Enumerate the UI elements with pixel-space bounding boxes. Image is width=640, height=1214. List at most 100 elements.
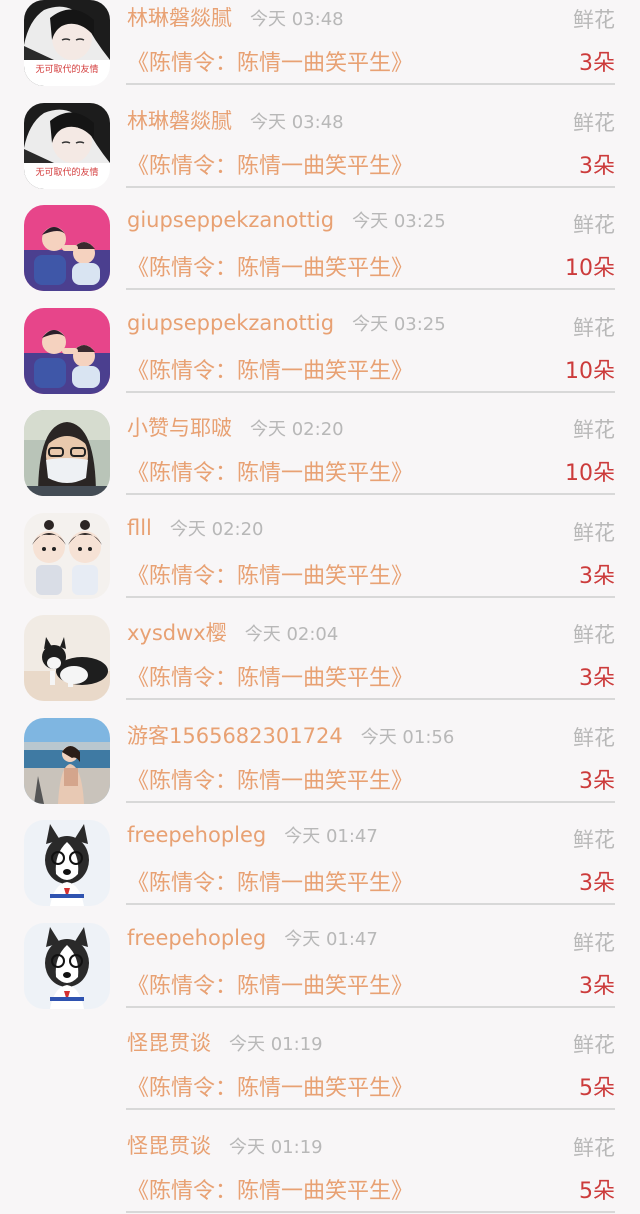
book-title-link[interactable]: 《陈情令：陈情一曲笑平生》 [127,1070,413,1102]
book-title-link[interactable]: 《陈情令：陈情一曲笑平生》 [127,353,413,385]
book-title-link[interactable]: 《陈情令：陈情一曲笑平生》 [127,250,413,282]
gift-type-label: 鲜花 [573,315,615,340]
flower-count: 3朵 [579,153,615,179]
gift-record-row[interactable]: flll 今天 02:20 鲜花 《陈情令：陈情一曲笑平生》 3朵 [0,495,640,599]
gift-record-row[interactable]: 游客1565682301724 今天 01:56 鲜花 《陈情令：陈情一曲笑平生… [0,700,640,804]
seaside-photo-avatar[interactable] [24,717,110,804]
gift-record-row[interactable]: giupseppekzanottig 今天 03:25 鲜花 《陈情令：陈情一曲… [0,290,640,394]
avatar-caption: 无可取代的友情 [35,63,98,75]
flower-count: 3朵 [579,768,615,794]
gift-record-row[interactable]: 小赞与耶啵 今天 02:20 鲜花 《陈情令：陈情一曲笑平生》 10朵 [0,392,640,496]
gift-type-label: 鲜花 [573,1033,615,1057]
gift-time: 今天 03:25 [352,211,446,232]
gift-record-list: 无可取代的友情 林琳磐燚腻 今天 03:48 鲜花 《陈情令：陈情一曲笑平生》 … [0,0,640,1213]
avatar-caption: 无可取代的友情 [35,166,98,178]
gift-type-label: 鲜花 [573,623,615,647]
gift-record-row[interactable]: freepehopleg 今天 01:47 鲜花 《陈情令：陈情一曲笑平生》 3… [0,802,640,906]
username-text[interactable]: flll [127,516,152,540]
gift-time: 今天 02:20 [250,419,344,440]
username-text[interactable]: 小赞与耶啵 [127,412,232,442]
flower-count: 10朵 [565,461,615,486]
gift-time: 今天 01:56 [360,726,455,748]
flower-count: 3朵 [579,51,615,76]
gift-time: 今天 03:48 [250,111,344,133]
gift-type-label: 鲜花 [573,725,615,750]
flower-count: 10朵 [565,358,615,384]
book-title-link[interactable]: 《陈情令：陈情一曲笑平生》 [127,1173,413,1205]
username[interactable]: 林琳磐燚腻 今天 03:48 [127,105,344,135]
gift-record-row[interactable]: xysdwx樱 今天 02:04 鲜花 《陈情令：陈情一曲笑平生》 3朵 [0,597,640,701]
book-title-link[interactable]: 《陈情令：陈情一曲笑平生》 [127,455,413,487]
username[interactable]: freepehopleg 今天 01:47 [127,822,378,848]
masked-person-avatar[interactable] [24,410,110,496]
book-title-link[interactable]: 《陈情令：陈情一曲笑平生》 [127,148,413,180]
girl-bw-avatar[interactable]: 无可取代的友情 [24,102,110,189]
username-text[interactable]: 林琳磐燚腻 [127,105,232,135]
gift-time: 今天 01:19 [229,1034,323,1055]
flower-count: 3朵 [579,871,615,896]
gift-record-row[interactable]: 怪毘贯谈 今天 01:19 鲜花 《陈情令：陈情一曲笑平生》 5朵 [0,1007,640,1110]
book-title-link[interactable]: 《陈情令：陈情一曲笑平生》 [127,45,413,77]
chibi-pair-avatar[interactable] [24,512,110,599]
gift-time: 今天 03:48 [250,9,344,30]
username[interactable]: 林琳磐燚腻 今天 03:48 [127,2,344,32]
user-avatar[interactable] [24,1128,110,1214]
flower-count: 10朵 [565,256,615,281]
girl-bw-avatar[interactable]: 无可取代的友情 [24,0,110,86]
username-text[interactable]: giupseppekzanottig [127,311,334,335]
husky-dog-avatar[interactable] [24,820,110,906]
gift-type-label: 鲜花 [573,930,615,955]
username-text[interactable]: xysdwx樱 [127,617,227,647]
gift-record-row[interactable]: 无可取代的友情 林琳磐燚腻 今天 03:48 鲜花 《陈情令：陈情一曲笑平生》 … [0,0,640,86]
username[interactable]: xysdwx樱 今天 02:04 [127,617,338,647]
username-text[interactable]: 怪毘贯谈 [127,1130,211,1160]
username[interactable]: giupseppekzanottig 今天 03:25 [127,207,446,233]
gift-record-row[interactable]: 怪毘贯谈 今天 01:19 鲜花 《陈情令：陈情一曲笑平生》 5朵 [0,1110,640,1213]
book-title-link[interactable]: 《陈情令：陈情一曲笑平生》 [127,763,413,795]
gift-type-label: 鲜花 [573,110,615,135]
book-title-link[interactable]: 《陈情令：陈情一曲笑平生》 [127,968,413,1000]
username-text[interactable]: giupseppekzanottig [127,208,334,232]
user-avatar[interactable] [24,1025,110,1111]
username[interactable]: 怪毘贯谈 今天 01:19 [127,1027,323,1057]
username-text[interactable]: 怪毘贯谈 [127,1027,211,1057]
gift-type-label: 鲜花 [573,418,615,442]
username-text[interactable]: 林琳磐燚腻 [127,2,232,32]
gift-record-row[interactable]: giupseppekzanottig 今天 03:25 鲜花 《陈情令：陈情一曲… [0,187,640,291]
gift-time: 今天 01:47 [284,826,378,847]
flower-count: 5朵 [579,1076,615,1101]
gift-time: 今天 01:47 [284,928,378,950]
flower-count: 3朵 [579,973,615,999]
flower-count: 5朵 [579,1178,615,1204]
gift-type-label: 鲜花 [573,520,615,545]
username[interactable]: 怪毘贯谈 今天 01:19 [127,1130,323,1160]
couple-cartoon-avatar[interactable] [24,205,110,291]
husky-dog-avatar[interactable] [24,922,110,1009]
username[interactable]: 小赞与耶啵 今天 02:20 [127,412,344,442]
couple-cartoon-avatar[interactable] [24,307,110,394]
username[interactable]: 游客1565682301724 今天 01:56 [127,720,454,750]
cat-photo-avatar[interactable] [24,615,110,701]
username[interactable]: giupseppekzanottig 今天 03:25 [127,310,446,336]
row-divider [126,1210,615,1213]
username[interactable]: freepehopleg 今天 01:47 [127,925,378,951]
book-title-link[interactable]: 《陈情令：陈情一曲笑平生》 [127,558,413,590]
gift-time: 今天 02:04 [244,624,339,645]
gift-time: 今天 02:20 [169,518,264,540]
flower-count: 3朵 [579,666,615,691]
gift-record-row[interactable]: freepehopleg 今天 01:47 鲜花 《陈情令：陈情一曲笑平生》 3… [0,905,640,1009]
book-title-link[interactable]: 《陈情令：陈情一曲笑平生》 [127,865,413,897]
username[interactable]: flll 今天 02:20 [127,515,264,541]
username-text[interactable]: 游客1565682301724 [127,720,343,750]
gift-type-label: 鲜花 [573,1135,615,1160]
gift-type-label: 鲜花 [573,8,615,32]
username-text[interactable]: freepehopleg [127,926,266,950]
gift-time: 今天 01:19 [229,1136,323,1158]
gift-record-row[interactable]: 无可取代的友情 林琳磐燚腻 今天 03:48 鲜花 《陈情令：陈情一曲笑平生》 … [0,85,640,189]
gift-time: 今天 03:25 [352,313,446,335]
flower-count: 3朵 [579,563,615,589]
username-text[interactable]: freepehopleg [127,823,266,847]
gift-type-label: 鲜花 [573,828,615,852]
gift-type-label: 鲜花 [573,213,615,237]
book-title-link[interactable]: 《陈情令：陈情一曲笑平生》 [127,660,413,692]
